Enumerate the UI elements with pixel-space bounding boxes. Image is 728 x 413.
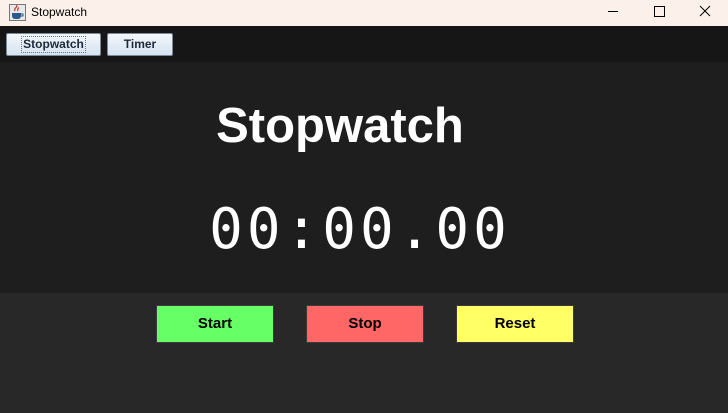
tab-bar: Stopwatch Timer (0, 26, 728, 62)
time-readout: 00:00.00 (209, 197, 511, 262)
maximize-button[interactable] (636, 0, 682, 26)
start-button[interactable]: Start (156, 305, 274, 343)
close-icon (699, 5, 711, 17)
control-panel: Start Stop Reset (0, 293, 728, 413)
window-title: Stopwatch (31, 5, 88, 19)
java-cup-icon (9, 4, 26, 21)
maximize-icon (654, 6, 665, 17)
reset-button[interactable]: Reset (456, 305, 574, 343)
stopwatch-display: Stopwatch 00:00.00 (0, 62, 728, 293)
title-bar[interactable]: Stopwatch (0, 0, 728, 26)
tab-timer[interactable]: Timer (107, 33, 173, 56)
page-title: Stopwatch (216, 99, 464, 153)
stop-button[interactable]: Stop (306, 305, 424, 343)
minimize-icon (608, 11, 618, 12)
tab-stopwatch[interactable]: Stopwatch (6, 33, 101, 56)
minimize-button[interactable] (590, 0, 636, 26)
tab-stopwatch-label: Stopwatch (21, 36, 86, 53)
app-window: Stopwatch Stopwatch Timer Stopwatch 00:0… (0, 0, 728, 413)
close-button[interactable] (682, 0, 728, 26)
